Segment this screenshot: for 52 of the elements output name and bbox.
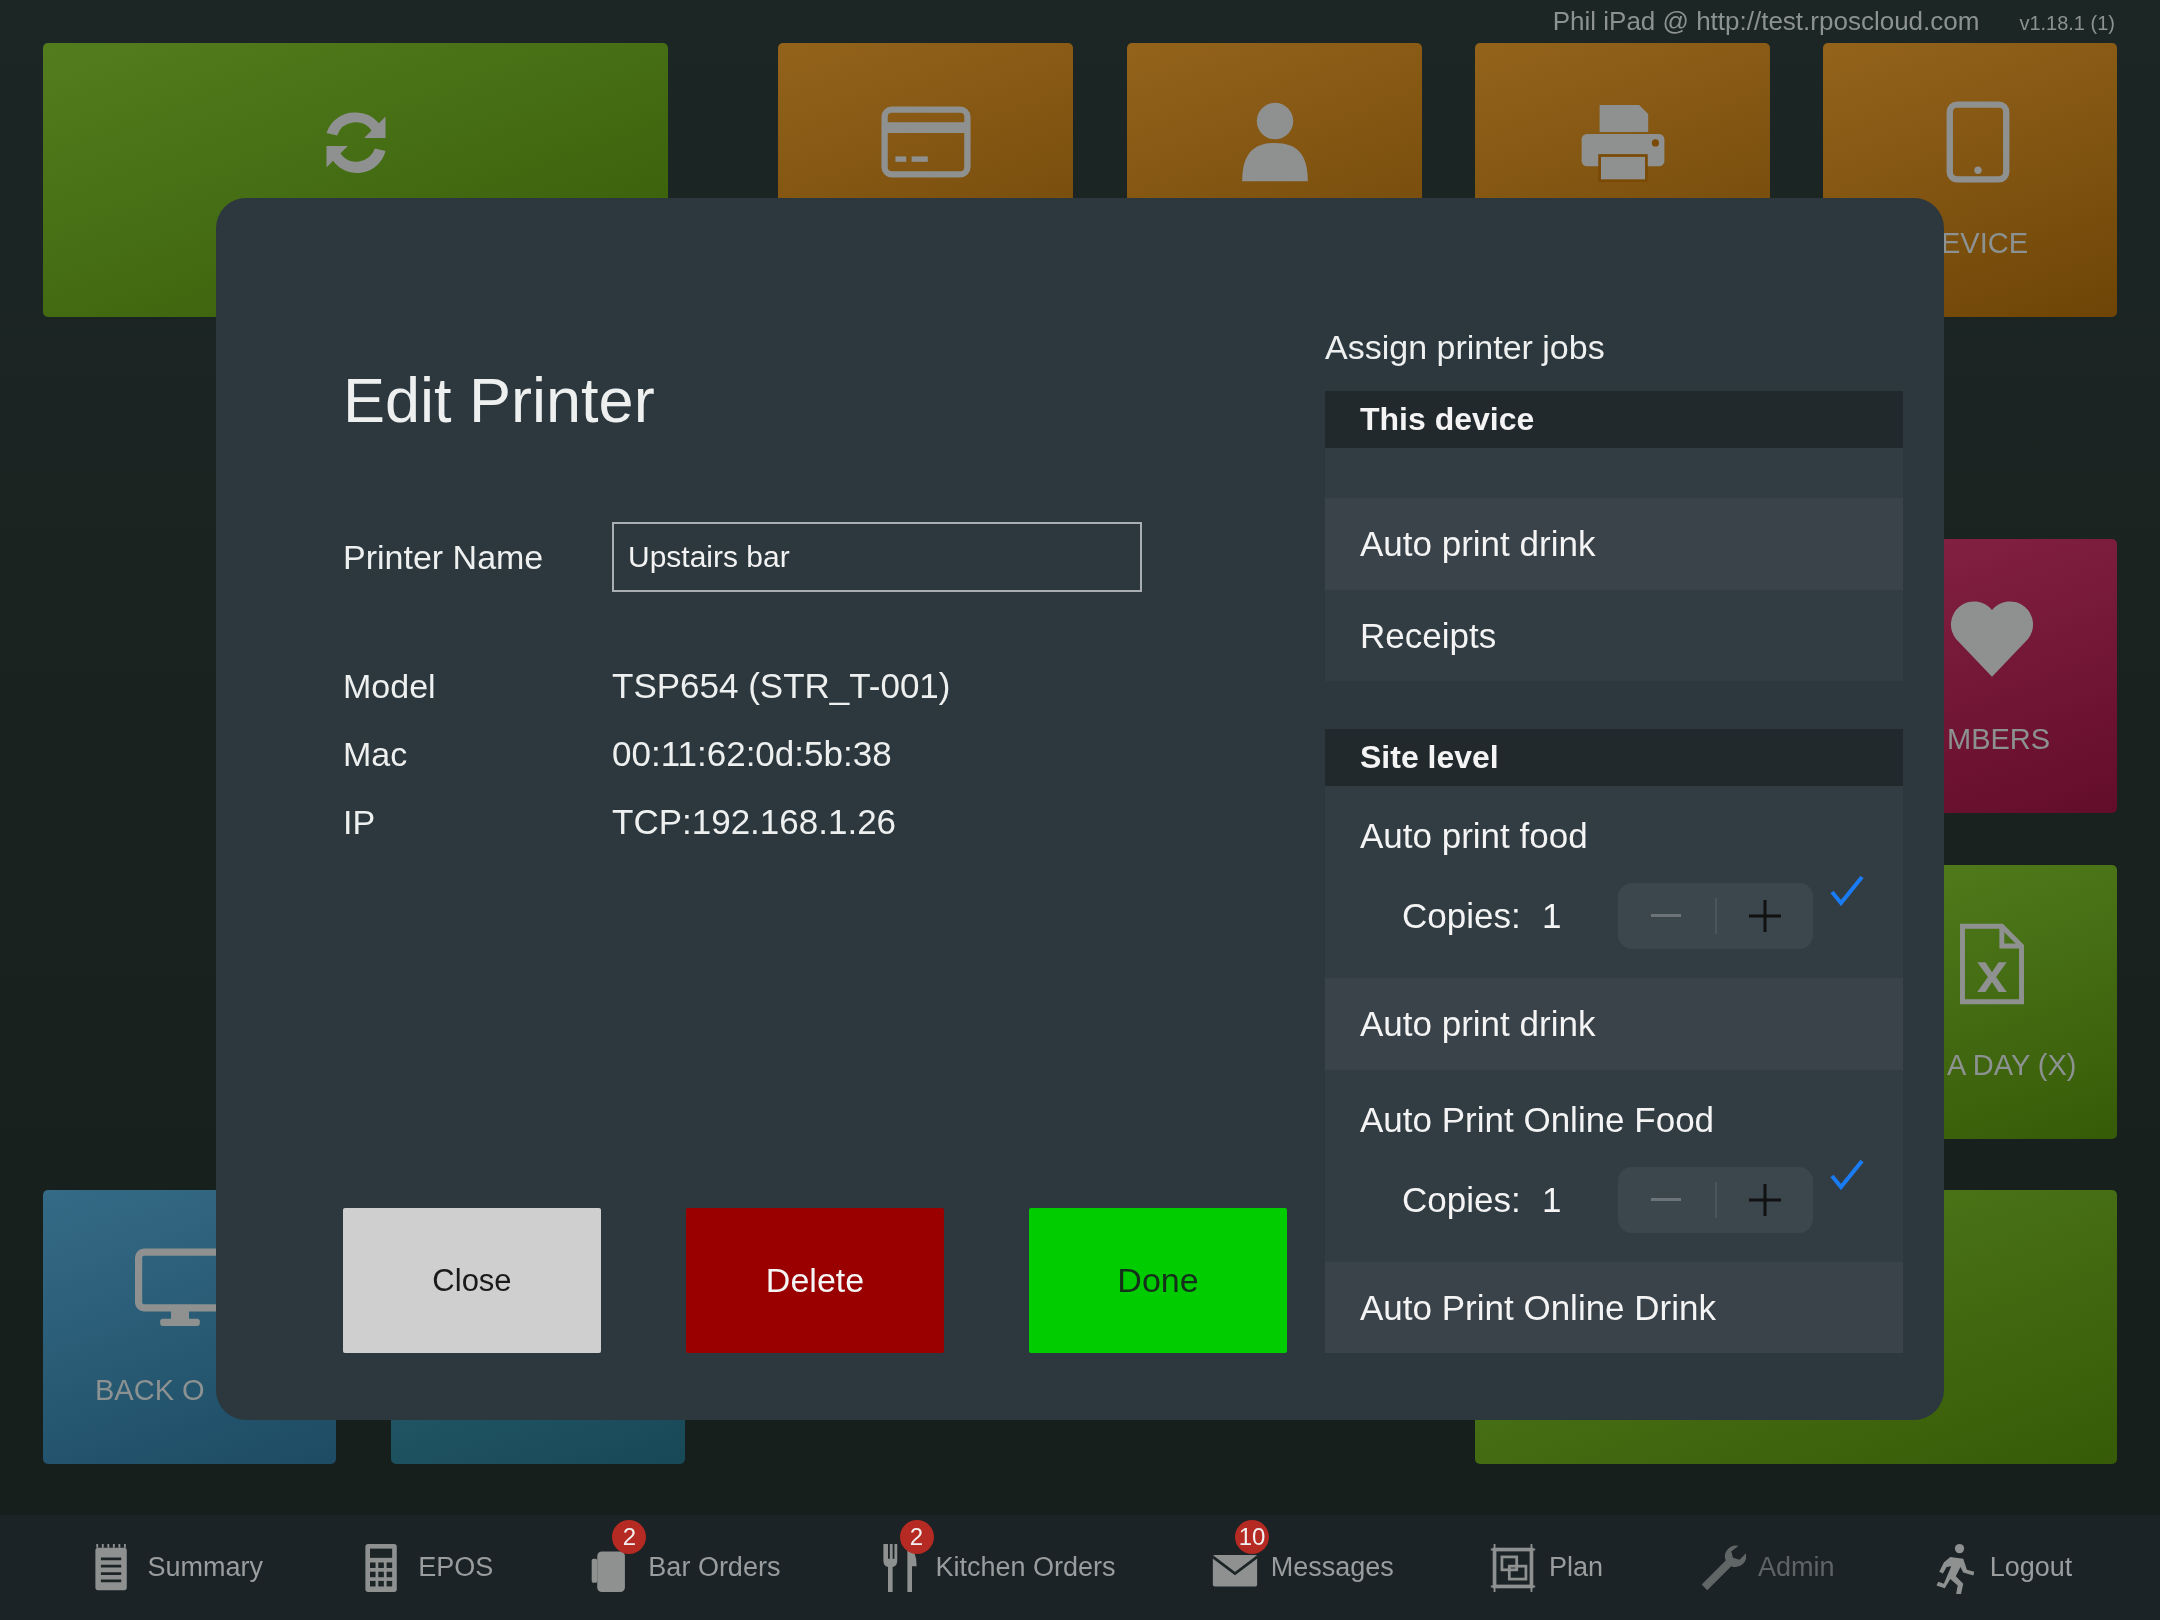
dialog-title: Edit Printer xyxy=(343,364,656,437)
field-label: Printer Name xyxy=(343,537,545,577)
job-label: Auto print food xyxy=(1360,815,1589,858)
device-address: Phil iPad @ http://test.rposcloud.com xyxy=(1552,6,1980,37)
job-row[interactable]: Auto print drink xyxy=(1325,978,1903,1071)
delete-button[interactable]: Delete xyxy=(686,1208,944,1353)
job-row[interactable]: Auto print food Copies: 1 xyxy=(1325,786,1903,979)
copies-stepper[interactable] xyxy=(1618,883,1813,950)
job-label: Auto print drink xyxy=(1360,1003,1597,1046)
close-button[interactable]: Close xyxy=(343,1208,601,1353)
floor-plan-icon xyxy=(1488,1541,1537,1594)
job-label: Receipts xyxy=(1360,615,1498,657)
plus-icon xyxy=(1748,900,1781,933)
copies-stepper[interactable] xyxy=(1618,1167,1813,1234)
tile-label: A DAY (X) xyxy=(1947,1049,2077,1082)
job-row[interactable]: Auto print drink xyxy=(1325,498,1903,590)
job-row[interactable]: Auto Print Online Food Copies: 1 xyxy=(1325,1070,1903,1263)
tab-bar-item[interactable]: Plan xyxy=(1488,1541,1603,1594)
job-label: Auto print drink xyxy=(1360,523,1597,565)
version-label: v1.18.1 (1) xyxy=(2019,11,2115,35)
job-row[interactable]: Auto Print Online Drink xyxy=(1325,1262,1903,1353)
job-label: Auto Print Online Drink xyxy=(1360,1287,1717,1330)
detail-value: 00:11:62:0d:5b:38 xyxy=(612,734,892,774)
plus-icon xyxy=(1748,1184,1781,1217)
detail-label: Model xyxy=(343,666,437,706)
tile-label: BACK O xyxy=(95,1374,205,1407)
printer-name-field[interactable]: Upstairs bar xyxy=(612,522,1142,592)
copies-label: Copies: xyxy=(1402,896,1522,937)
tab-bar-item[interactable]: Summary xyxy=(87,1541,264,1594)
done-button[interactable]: Done xyxy=(1029,1208,1287,1353)
minus-icon xyxy=(1651,1198,1682,1203)
count-badge: 2 xyxy=(899,1519,934,1554)
copies-value: 1 xyxy=(1542,1180,1563,1221)
section-header: This device xyxy=(1325,391,1903,448)
copies-value: 1 xyxy=(1542,896,1563,937)
detail-label: IP xyxy=(343,802,377,842)
tab-bar-item[interactable]: Logout xyxy=(1929,1541,2073,1594)
section-title: Assign printer jobs xyxy=(1325,327,1606,368)
tile-label: MBERS xyxy=(1947,723,2051,756)
job-label: Auto Print Online Food xyxy=(1360,1099,1716,1142)
section-header: Site level xyxy=(1325,729,1903,787)
tile-label: EVICE xyxy=(1941,227,2029,260)
count-badge: 10 xyxy=(1234,1519,1270,1554)
checkmark-icon xyxy=(1829,874,1865,907)
count-badge: 2 xyxy=(612,1519,647,1554)
copies-label: Copies: xyxy=(1402,1180,1522,1221)
detail-value: TCP:192.168.1.26 xyxy=(612,802,897,842)
detail-value: TSP654 (STR_T-001) xyxy=(612,666,951,706)
detail-label: Mac xyxy=(343,734,409,774)
tab-bar-item[interactable]: EPOS xyxy=(358,1541,494,1594)
minus-icon xyxy=(1651,914,1682,919)
checkmark-icon xyxy=(1829,1158,1865,1191)
